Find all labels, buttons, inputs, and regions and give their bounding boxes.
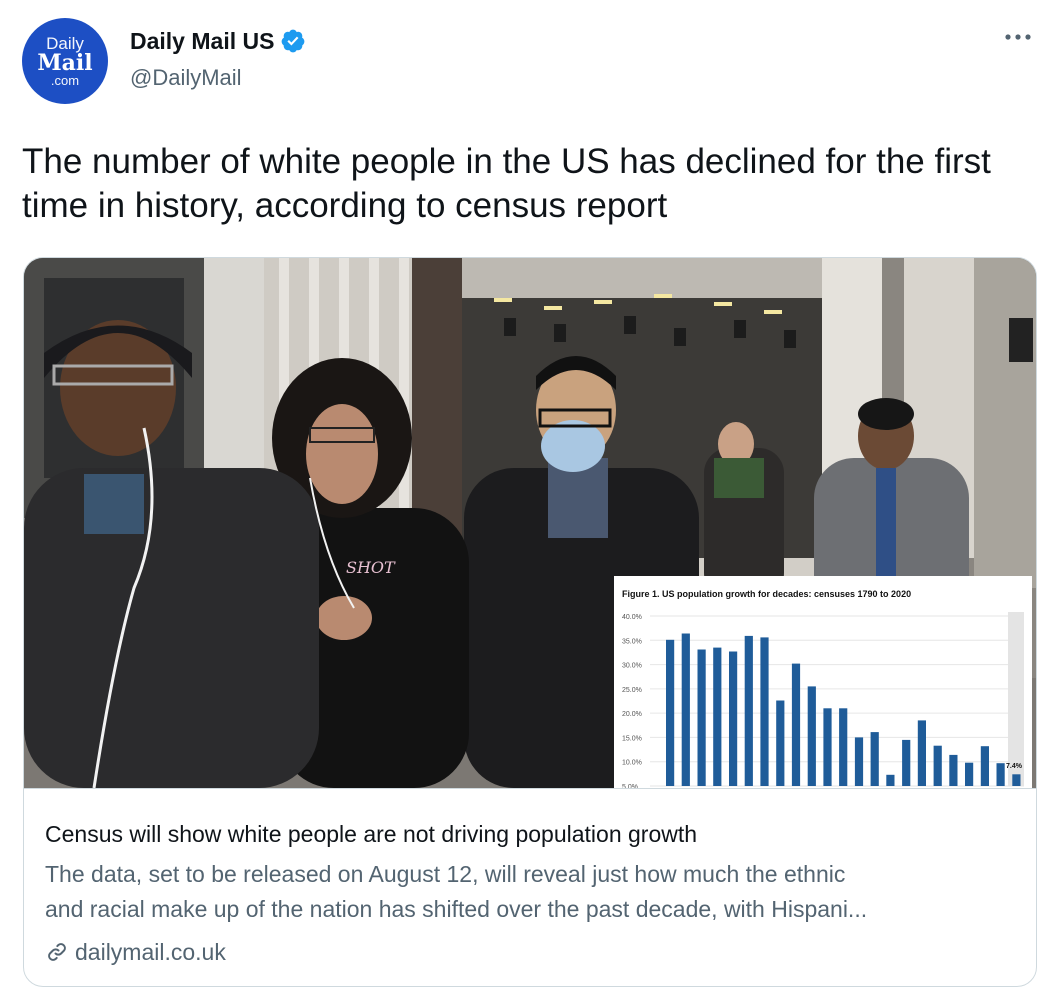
avatar[interactable]: Daily Mail .com — [22, 18, 108, 104]
bar-1950-1960 — [917, 720, 926, 786]
tweet-header: Daily Mail .com Daily Mail US @DailyMail — [22, 18, 1038, 108]
card-domain-text[interactable]: dailymail.co.uk — [75, 937, 226, 967]
card-description-line2: and racial make up of the nation has shi… — [45, 896, 868, 922]
y-tick-label: 10.0% — [622, 760, 642, 767]
y-tick-label: 30.0% — [622, 663, 642, 670]
tweet-text: The number of white people in the US has… — [22, 142, 991, 225]
bars — [666, 612, 1024, 786]
bar-1930-1940 — [886, 774, 895, 786]
verified-badge-icon — [282, 29, 305, 53]
ellipsis-icon — [1005, 34, 1031, 40]
avatar-text-mail: Mail — [37, 49, 93, 76]
display-name-row[interactable]: Daily Mail US — [130, 26, 306, 56]
y-tick-label: 20.0% — [622, 711, 642, 718]
highlight-column — [1008, 612, 1024, 786]
card-title[interactable]: Census will show white people are not dr… — [45, 819, 697, 849]
inset-chart: Figure 1. US population growth for decad… — [614, 576, 1032, 788]
avatar-text-com: .com — [50, 72, 80, 88]
bar-1820-1830 — [713, 647, 722, 786]
bar-2000-2010 — [996, 763, 1005, 786]
y-tick-label: 15.0% — [622, 735, 642, 742]
bar-1960-1970 — [933, 745, 942, 786]
bar-1880-1890 — [807, 686, 816, 786]
account-handle[interactable]: @DailyMail — [130, 64, 242, 92]
bar-chart: Figure 1. US population growth for decad… — [622, 589, 1024, 788]
card-info[interactable]: Census will show white people are not dr… — [24, 788, 1036, 986]
card-description-line1: The data, set to be released on August 1… — [45, 861, 846, 887]
bar-1860-1870 — [776, 700, 785, 786]
link-card[interactable]: SHOT Figure 1. US population growth for … — [23, 257, 1037, 987]
bar-1970-1980 — [949, 754, 958, 786]
bar-1920-1930 — [870, 732, 879, 786]
bar-1790-1800 — [666, 639, 675, 786]
card-domain[interactable]: dailymail.co.uk — [45, 937, 226, 967]
bar-1980-1990 — [965, 762, 974, 786]
bar-2010-2020 — [1012, 774, 1021, 786]
bar-1800-1810 — [681, 633, 690, 786]
bar-1830-1840 — [729, 651, 738, 786]
y-tick-label: 40.0% — [622, 614, 642, 621]
avatar-text-daily: Daily — [46, 33, 84, 53]
bar-1940-1950 — [902, 739, 911, 786]
bar-1810-1820 — [697, 649, 706, 786]
last-bar-label: 7.4% — [1006, 763, 1023, 770]
bar-1990-2000 — [980, 746, 989, 786]
more-options-icon[interactable] — [998, 22, 1038, 52]
shirt-print-text: SHOT — [346, 558, 396, 577]
y-tick-label: 35.0% — [622, 638, 642, 645]
bar-1890-1900 — [823, 708, 832, 786]
y-tick-label: 25.0% — [622, 687, 642, 694]
display-name[interactable]: Daily Mail US — [130, 26, 274, 56]
link-icon — [48, 943, 66, 961]
bar-1840-1850 — [744, 635, 753, 786]
chart-title: Figure 1. US population growth for decad… — [622, 589, 911, 599]
bar-1870-1880 — [791, 663, 801, 786]
bar-1900-1910 — [839, 708, 848, 786]
card-description: The data, set to be released on August 1… — [45, 857, 1025, 927]
bar-1910-1920 — [854, 737, 864, 786]
bar-1850-1860 — [760, 637, 769, 786]
card-image[interactable]: SHOT Figure 1. US population growth for … — [24, 258, 1036, 788]
